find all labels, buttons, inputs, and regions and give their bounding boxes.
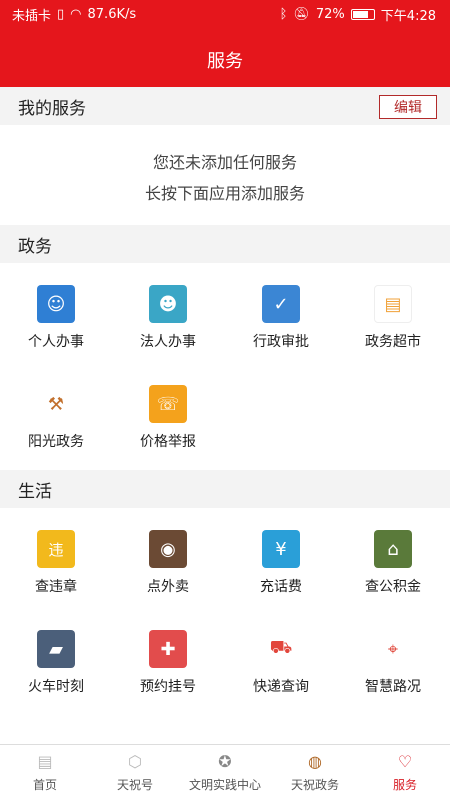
nav-services[interactable]: ♡ 服务 [360, 745, 450, 800]
bluetooth-icon: ᛒ [279, 6, 288, 22]
service-label: 充话费 [260, 579, 302, 595]
house-fund-icon: ⌂ [374, 530, 412, 568]
service-road-conditions[interactable]: ⌖ 智慧路况 [337, 630, 449, 720]
network-speed: 87.6K/s [87, 6, 137, 22]
service-label: 快递查询 [253, 679, 309, 695]
service-label: 价格举报 [140, 434, 196, 450]
hexagon-icon: ⬡ [128, 751, 142, 771]
top-bar: 未插卡 ▯ ◠ 87.6K/s ᛒ 🔕︎ 72% 下午4:28 服务 [0, 0, 450, 87]
gov-section-title: 政务 [18, 236, 52, 257]
clock: 下午4:28 [380, 8, 436, 24]
service-label: 预约挂号 [140, 679, 196, 695]
status-bar: 未插卡 ▯ ◠ 87.6K/s ᛒ 🔕︎ 72% 下午4:28 [0, 0, 450, 28]
service-label: 行政审批 [253, 334, 309, 350]
service-corporate-affairs[interactable]: ☻ 法人办事 [112, 285, 224, 375]
heart-icon: ♡ [397, 751, 413, 771]
violation-icon: 违 [37, 530, 75, 568]
delivery-truck-icon: ⛟ [262, 630, 300, 668]
home-doc-icon: ▤ [37, 751, 53, 771]
my-services-header: 我的服务 编辑 [0, 87, 450, 125]
service-label: 查违章 [35, 579, 77, 595]
life-section-title: 生活 [18, 481, 52, 502]
service-express-tracking[interactable]: ⛟ 快递查询 [225, 630, 337, 720]
service-label: 点外卖 [147, 579, 189, 595]
empty-line-1: 您还未添加任何服务 [152, 153, 297, 172]
service-train-schedule[interactable]: ▰ 火车时刻 [0, 630, 112, 720]
service-sunshine-gov[interactable]: ⚒ 阳光政务 [0, 385, 112, 475]
document-icon: ▤ [374, 285, 412, 323]
medical-kit-icon: ✚ [149, 630, 187, 668]
price-phone-icon: ☏ [149, 385, 187, 423]
page-title: 服务 [207, 51, 243, 72]
service-personal-affairs[interactable]: ☺ 个人办事 [0, 285, 112, 375]
map-pin-icon: ⌖ [374, 630, 412, 668]
nav-label: 天祝号 [116, 778, 153, 792]
life-section-header: 生活 [0, 470, 450, 508]
empty-services-message: 您还未添加任何服务 长按下面应用添加服务 [0, 147, 450, 209]
service-phone-recharge[interactable]: ¥ 充话费 [225, 530, 337, 620]
sim-icon: ▯ [57, 6, 65, 22]
nav-tianzhu-hao[interactable]: ⬡ 天祝号 [90, 745, 180, 800]
nav-label: 首页 [32, 778, 57, 792]
train-icon: ▰ [37, 630, 75, 668]
service-food-delivery[interactable]: ◉ 点外卖 [112, 530, 224, 620]
person-card-icon: ☺ [37, 285, 75, 323]
nav-label: 天祝政务 [290, 778, 339, 792]
service-label: 智慧路况 [365, 679, 421, 695]
phone-recharge-icon: ¥ [262, 530, 300, 568]
nav-label: 文明实践中心 [188, 778, 261, 792]
battery-percent: 72% [315, 6, 345, 22]
nav-home[interactable]: ▤ 首页 [0, 745, 90, 800]
service-label: 法人办事 [140, 334, 196, 350]
wifi-icon: ◠ [70, 6, 82, 22]
nav-tianzhu-gov[interactable]: ◍ 天祝政务 [270, 745, 360, 800]
service-price-report[interactable]: ☏ 价格举报 [112, 385, 224, 475]
corporate-card-icon: ☻ [149, 285, 187, 323]
gavel-icon: ⚒ [37, 385, 75, 423]
service-gov-market[interactable]: ▤ 政务超市 [337, 285, 449, 375]
service-traffic-violation[interactable]: 违 查违章 [0, 530, 112, 620]
nav-label: 服务 [392, 778, 417, 792]
nav-civilization-center[interactable]: ✪ 文明实践中心 [180, 745, 270, 800]
battery-icon [350, 8, 375, 20]
gov-logo-icon: ◍ [308, 751, 322, 771]
my-services-title: 我的服务 [18, 98, 86, 119]
carrier-text: 未插卡 [12, 8, 52, 24]
service-admin-approval[interactable]: ✓ 行政审批 [225, 285, 337, 375]
gov-section-header: 政务 [0, 225, 450, 263]
service-label: 阳光政务 [28, 434, 84, 450]
empty-line-2: 长按下面应用添加服务 [144, 184, 305, 203]
service-hospital-booking[interactable]: ✚ 预约挂号 [112, 630, 224, 720]
edit-button[interactable]: 编辑 [379, 95, 437, 119]
service-label: 政务超市 [365, 334, 421, 350]
service-label: 火车时刻 [28, 679, 84, 695]
calendar-check-icon: ✓ [262, 285, 300, 323]
emblem-icon: ✪ [218, 751, 232, 771]
service-label: 个人办事 [28, 334, 84, 350]
bottom-nav: ▤ 首页 ⬡ 天祝号 ✪ 文明实践中心 ◍ 天祝政务 ♡ 服务 [0, 744, 450, 800]
mute-icon: 🔕︎ [293, 6, 310, 22]
service-housing-fund[interactable]: ⌂ 查公积金 [337, 530, 449, 620]
service-label: 查公积金 [365, 579, 421, 595]
food-icon: ◉ [149, 530, 187, 568]
